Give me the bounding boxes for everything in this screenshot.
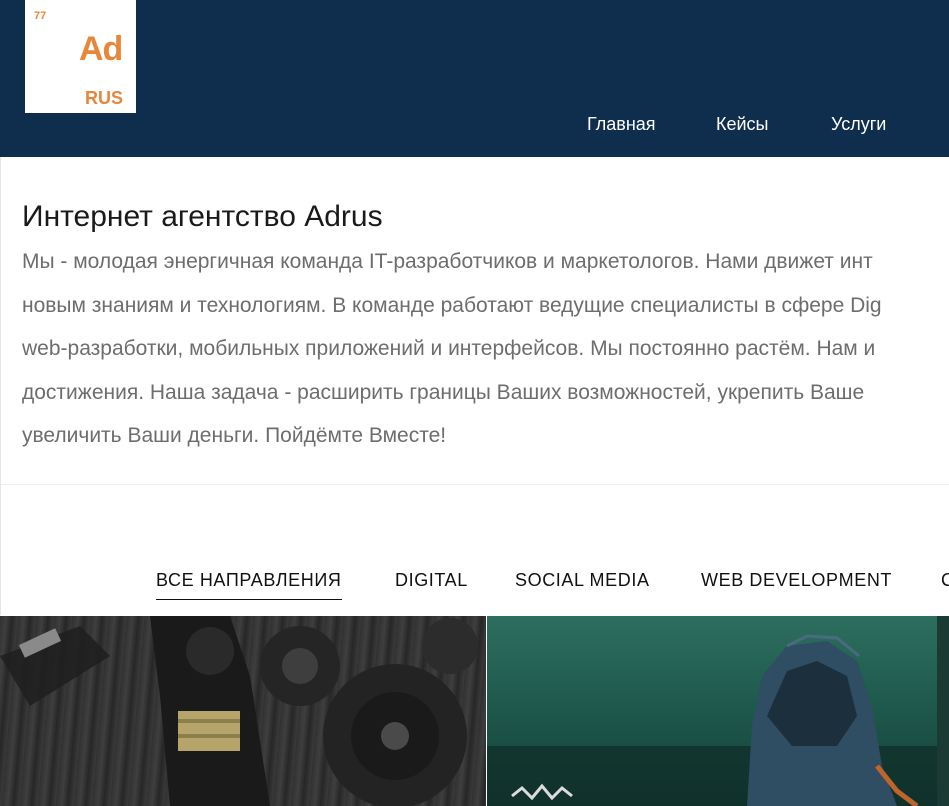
intro-line: увеличить Ваши деньги. Пойдёмте Вместе! [22, 424, 447, 447]
portfolio-image-tools[interactable] [0, 616, 486, 806]
tools-photo-illustration [0, 616, 486, 806]
filter-tab-more[interactable]: C [941, 570, 949, 591]
nav-item-cases[interactable]: Кейсы [716, 114, 769, 135]
divider [0, 484, 949, 485]
divider [0, 157, 1, 615]
intro-line: Мы - молодая энергичная команда IT-разра… [22, 250, 873, 273]
intro-text: Мы - молодая энергичная команда IT-разра… [22, 240, 949, 458]
portfolio-image-hoodie[interactable] [487, 616, 949, 806]
logo-sub: RUS [85, 88, 124, 108]
logo-main: Ad [79, 30, 123, 68]
nav-item-home[interactable]: Главная [587, 114, 656, 135]
logo-number: 77 [34, 10, 47, 22]
filter-tab-social-media[interactable]: SOCIAL MEDIA [515, 570, 650, 591]
intro-line: web-разработки, мобильных приложений и и… [22, 337, 876, 360]
nav-item-services[interactable]: Услуги [831, 114, 886, 135]
filter-tab-digital[interactable]: DIGITAL [395, 570, 468, 591]
filter-tab-web-development[interactable]: WEB DEVELOPMENT [701, 570, 892, 591]
intro-line: новым знаниям и технологиям. В команде р… [22, 293, 882, 317]
site-header: 77 Ad RUS Главная Кейсы Услуги [0, 0, 949, 157]
intro-line: достижения. Наша задача - расширить гран… [22, 380, 865, 404]
page-title: Интернет агентство Adrus [22, 200, 383, 234]
hoodie-photo-illustration [487, 616, 949, 806]
filter-tab-all[interactable]: ВСЕ НАПРАВЛЕНИЯ [156, 570, 342, 600]
site-logo[interactable]: 77 Ad RUS [25, 0, 136, 113]
